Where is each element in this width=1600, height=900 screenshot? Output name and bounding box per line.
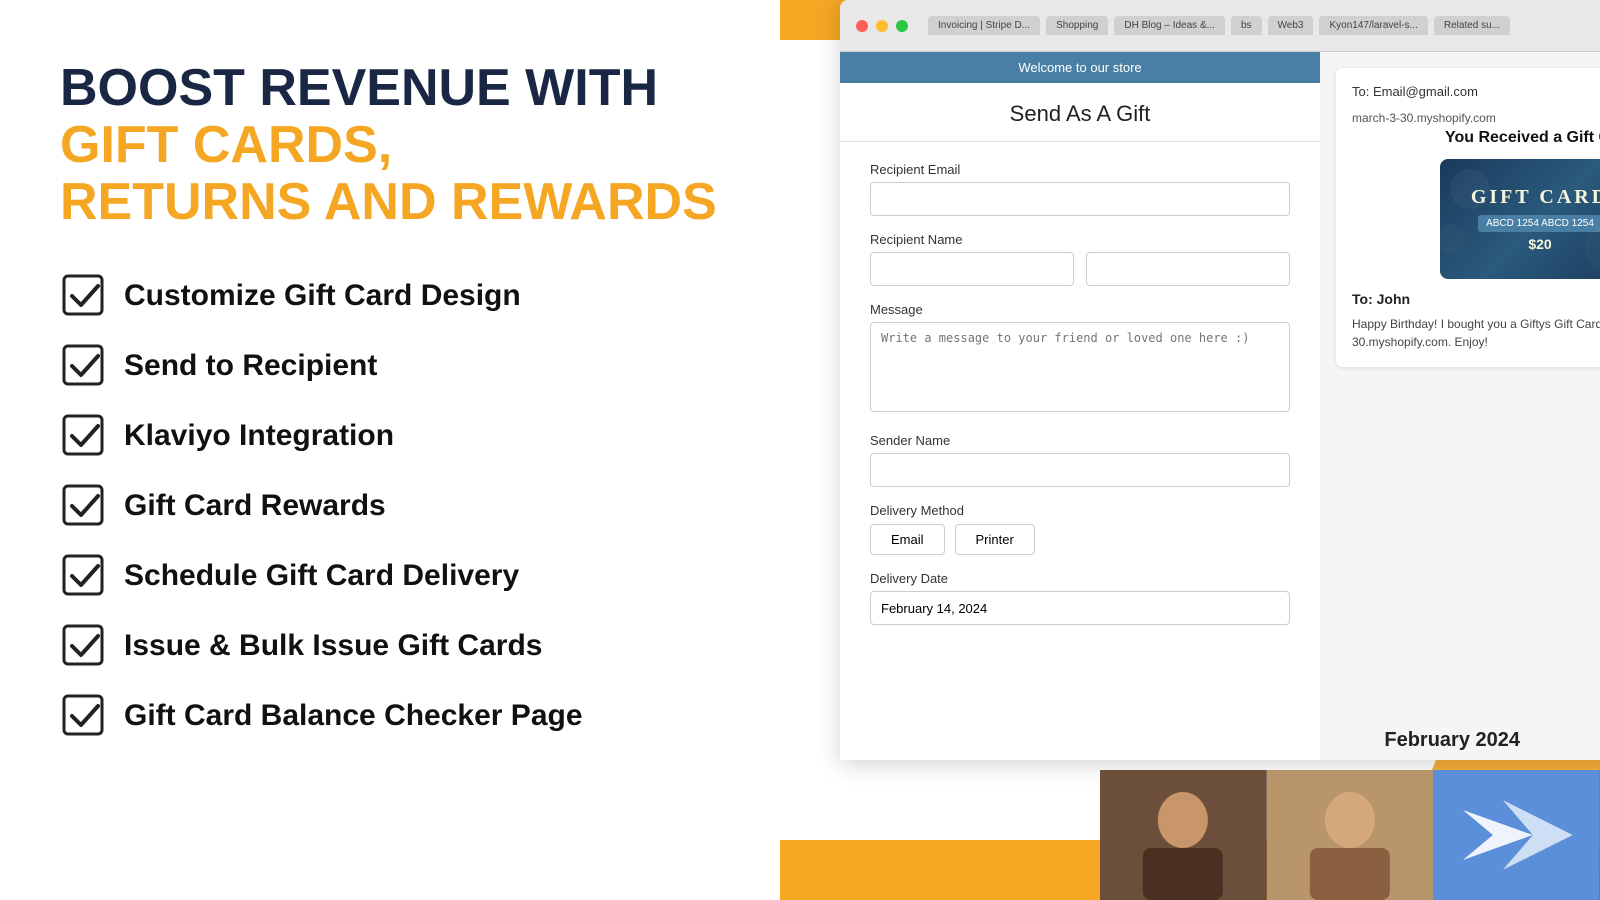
- bottom-thumbnails: [1100, 770, 1600, 900]
- delivery-buttons: Email Printer: [870, 524, 1290, 555]
- checklist-label-send: Send to Recipient: [124, 349, 377, 383]
- delivery-method-label: Delivery Method: [870, 503, 1290, 518]
- close-dot: [856, 20, 868, 32]
- check-icon: [60, 412, 108, 460]
- checklist-label-customize: Customize Gift Card Design: [124, 279, 521, 313]
- browser-tabs: Invoicing | Stripe D... Shopping DH Blog…: [928, 16, 1510, 35]
- headline-orange-1: GIFT CARDS,: [60, 116, 392, 174]
- checklist-label-rewards: Gift Card Rewards: [124, 489, 386, 523]
- headline-dark: BOOST REVENUE WITH: [60, 59, 658, 117]
- check-icon: [60, 272, 108, 320]
- form-title: Send As A Gift: [840, 83, 1320, 142]
- list-item: Schedule Gift Card Delivery: [60, 552, 720, 600]
- list-item: Klaviyo Integration: [60, 412, 720, 460]
- checklist-label-balance: Gift Card Balance Checker Page: [124, 699, 583, 733]
- thumbnail-person-1: [1100, 770, 1267, 900]
- recipient-email-input[interactable]: [870, 182, 1290, 216]
- browser-content: Welcome to our store Send As A Gift Reci…: [840, 52, 1600, 760]
- bottom-date: February 2024: [1384, 729, 1520, 752]
- email-panel: To: Email@gmail.com march-3-30.myshopify…: [1320, 52, 1600, 760]
- check-icon: [60, 482, 108, 530]
- list-item: Customize Gift Card Design: [60, 272, 720, 320]
- tab-dh-blog[interactable]: DH Blog – Ideas &...: [1114, 16, 1225, 35]
- gift-card-image: GIFT CARD ABCD 1254 ABCD 1254 $20: [1440, 159, 1600, 279]
- list-item: Send to Recipient: [60, 342, 720, 390]
- maximize-dot: [896, 20, 908, 32]
- email-message: Happy Birthday! I bought you a Giftys Gi…: [1352, 315, 1600, 351]
- delivery-date-input[interactable]: [870, 591, 1290, 625]
- sender-name-group: Sender Name: [870, 433, 1290, 487]
- tab-bs[interactable]: bs: [1231, 16, 1262, 35]
- sender-name-input[interactable]: [870, 453, 1290, 487]
- checklist-label-bulk: Issue & Bulk Issue Gift Cards: [124, 629, 542, 663]
- message-label: Message: [870, 302, 1290, 317]
- list-item: Issue & Bulk Issue Gift Cards: [60, 622, 720, 670]
- checklist-label-klaviyo: Klaviyo Integration: [124, 419, 394, 453]
- checklist-label-schedule: Schedule Gift Card Delivery: [124, 559, 519, 593]
- recipient-email-group: Recipient Email: [870, 162, 1290, 216]
- thumbnail-arrow: [1433, 770, 1600, 900]
- left-panel: BOOST REVENUE WITH GIFT CARDS, RETURNS A…: [0, 0, 780, 900]
- tab-related[interactable]: Related su...: [1434, 16, 1510, 35]
- tab-web3[interactable]: Web3: [1268, 16, 1314, 35]
- recipient-email-label: Recipient Email: [870, 162, 1290, 177]
- message-textarea[interactable]: [870, 322, 1290, 412]
- tab-invoicing[interactable]: Invoicing | Stripe D...: [928, 16, 1040, 35]
- recipient-name-label: Recipient Name: [870, 232, 1290, 247]
- email-preview: To: Email@gmail.com march-3-30.myshopify…: [1336, 68, 1600, 367]
- recipient-last-name-input[interactable]: [1086, 252, 1290, 286]
- email-delivery-button[interactable]: Email: [870, 524, 945, 555]
- store-bar: Welcome to our store: [840, 52, 1320, 83]
- headline: BOOST REVENUE WITH GIFT CARDS, RETURNS A…: [60, 60, 720, 232]
- delivery-date-label: Delivery Date: [870, 571, 1290, 586]
- list-item: Gift Card Balance Checker Page: [60, 692, 720, 740]
- recipient-first-name-input[interactable]: [870, 252, 1074, 286]
- form-panel: Welcome to our store Send As A Gift Reci…: [840, 52, 1320, 760]
- email-card-title: You Received a Gift Card: [1352, 129, 1600, 147]
- check-icon: [60, 622, 108, 670]
- thumbnail-person-2: [1267, 770, 1434, 900]
- check-icon: [60, 552, 108, 600]
- headline-orange-2: RETURNS AND REWARDS: [60, 173, 717, 231]
- email-store-url: march-3-30.myshopify.com: [1352, 111, 1600, 125]
- browser-bar: Invoicing | Stripe D... Shopping DH Blog…: [840, 0, 1600, 52]
- email-recipient: To: John: [1352, 291, 1600, 307]
- sender-name-label: Sender Name: [870, 433, 1290, 448]
- form-body: Recipient Email Recipient Name Message: [840, 142, 1320, 661]
- delivery-method-group: Delivery Method Email Printer: [870, 503, 1290, 555]
- right-panel: Invoicing | Stripe D... Shopping DH Blog…: [780, 0, 1600, 900]
- minimize-dot: [876, 20, 888, 32]
- list-item: Gift Card Rewards: [60, 482, 720, 530]
- check-icon: [60, 692, 108, 740]
- message-group: Message: [870, 302, 1290, 417]
- email-to: To: Email@gmail.com: [1352, 84, 1600, 99]
- delivery-date-group: Delivery Date: [870, 571, 1290, 625]
- recipient-name-group: Recipient Name: [870, 232, 1290, 286]
- printer-delivery-button[interactable]: Printer: [955, 524, 1035, 555]
- browser-window: Invoicing | Stripe D... Shopping DH Blog…: [840, 0, 1600, 760]
- recipient-name-row: [870, 252, 1290, 286]
- features-checklist: Customize Gift Card Design Send to Recip…: [60, 272, 720, 740]
- tab-kyon[interactable]: Kyon147/laravel-s...: [1319, 16, 1427, 35]
- check-icon: [60, 342, 108, 390]
- tab-shopping[interactable]: Shopping: [1046, 16, 1108, 35]
